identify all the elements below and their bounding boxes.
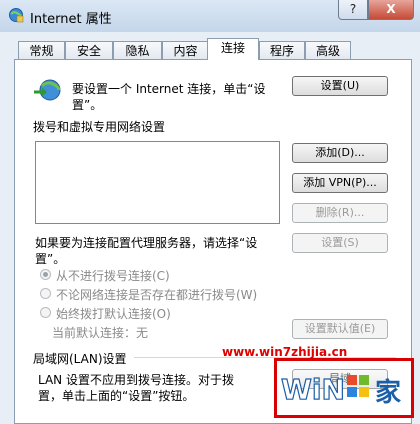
radio-dial-without-network[interactable] (40, 288, 51, 299)
radio-never-dial[interactable] (40, 269, 51, 280)
help-button[interactable]: ? (338, 0, 368, 20)
title-bar: Internet 属性 ? X (0, 0, 420, 32)
delete-button[interactable]: 删除(R)... (292, 203, 388, 223)
tab-general[interactable]: 常规 (18, 41, 65, 59)
tab-programs[interactable]: 程序 (259, 41, 305, 59)
win7-logo-icon: WiN 家 (280, 372, 401, 408)
lan-heading: 局域网(LAN)设置 (33, 352, 127, 366)
window-title: Internet 属性 (30, 12, 112, 27)
proxy-text-line1: 如果要为连接配置代理服务器，请选择“设 (35, 236, 258, 250)
tab-security[interactable]: 安全 (65, 41, 113, 59)
close-button[interactable]: X (368, 0, 414, 20)
internet-options-icon (9, 8, 24, 23)
watermark-url: www.win7zhijia.cn (222, 345, 348, 359)
setup-text-line2: 置”。 (72, 98, 103, 112)
proxy-text-line2: 置”。 (35, 252, 66, 266)
lan-text-line1: LAN 设置不应用到拨号连接。对于拨 (38, 373, 234, 387)
set-default-button[interactable]: 设置默认值(E) (292, 319, 388, 339)
svg-text:WiN: WiN (281, 373, 345, 406)
tab-advanced[interactable]: 高级 (305, 41, 351, 59)
network-globe-icon (34, 79, 61, 101)
settings-button[interactable]: 设置(S) (292, 233, 388, 253)
connections-list[interactable] (35, 141, 280, 224)
add-vpn-button[interactable]: 添加 VPN(P)... (292, 173, 388, 193)
watermark-logo: WiN 家 (274, 358, 414, 418)
dialup-heading: 拨号和虚拟专用网络设置 (33, 120, 166, 134)
tab-privacy[interactable]: 隐私 (113, 41, 162, 59)
svg-text:家: 家 (375, 377, 401, 408)
tab-connections[interactable]: 连接 (207, 38, 259, 60)
lan-text-line2: 置，单击上面的“设置”按钮。 (38, 389, 195, 403)
radio-always-dial-label: 始终拨打默认连接(O) (56, 307, 171, 321)
add-button[interactable]: 添加(D)... (292, 143, 388, 163)
setup-button[interactable]: 设置(U) (292, 76, 388, 96)
current-default-label: 当前默认连接：无 (52, 326, 149, 340)
radio-always-dial[interactable] (40, 307, 51, 318)
setup-text-line1: 要设置一个 Internet 连接，单击“设 (72, 82, 266, 96)
radio-dial-without-network-label: 不论网络连接是否存在都进行拨号(W) (56, 288, 258, 302)
radio-never-dial-label: 从不进行拨号连接(C) (56, 269, 170, 283)
tab-content[interactable]: 内容 (162, 41, 209, 59)
